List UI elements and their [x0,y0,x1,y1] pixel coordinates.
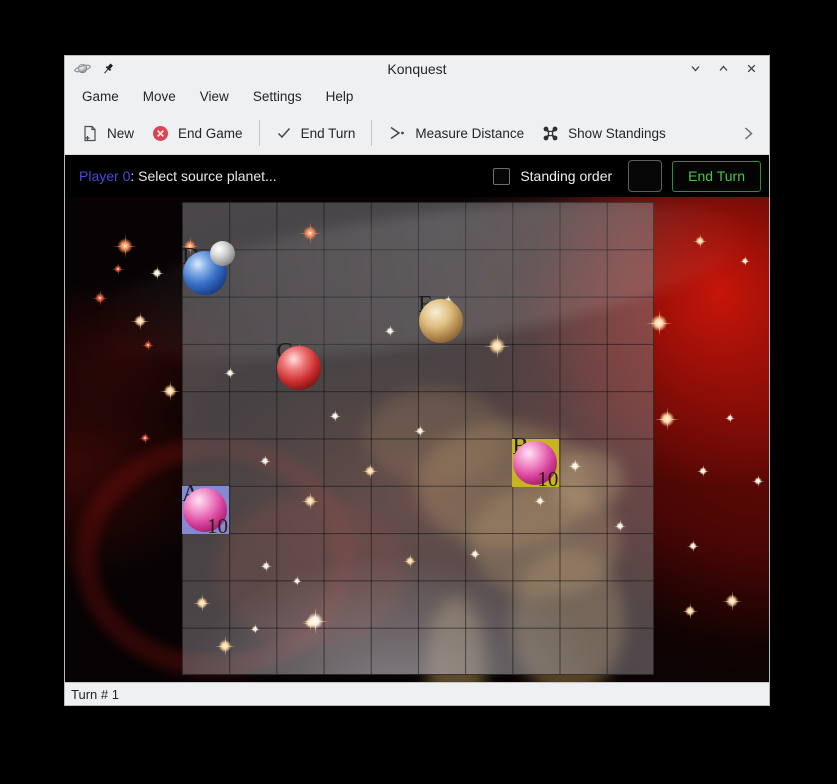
star-sparkle [150,266,164,280]
new-game-label: New [107,126,134,141]
player-name: Player 0 [79,168,130,184]
planet-ships-count: 10 [537,469,558,490]
measure-distance-icon [388,125,406,141]
ships-count-input[interactable] [628,160,662,192]
planet-sphere [277,346,321,390]
chevron-right-icon [742,126,755,141]
star-sparkle [687,540,699,552]
menu-bar: Game Move View Settings Help [65,81,769,112]
star-sparkle [113,234,137,258]
end-turn-button[interactable]: End Turn [672,161,761,192]
new-document-icon [82,125,98,142]
star-sparkle [693,234,707,248]
measure-distance-label: Measure Distance [415,126,524,141]
planet-A[interactable]: A10 [182,486,229,534]
planet-letter: E [418,293,433,317]
end-turn-toolbar-label: End Turn [301,126,356,141]
star-sparkle [697,465,709,477]
end-turn-toolbar-button[interactable]: End Turn [267,119,365,147]
toolbar-separator [371,120,372,146]
end-game-button[interactable]: End Game [143,119,252,148]
planet-sphere [513,441,557,485]
checkmark-icon [276,125,292,141]
sector-grid[interactable] [182,202,654,675]
star-sparkle [725,413,735,423]
star-sparkle [655,407,679,431]
planet-sphere [183,488,227,532]
star-sparkle [142,339,154,351]
close-button[interactable] [743,61,759,77]
star-sparkle [682,603,698,619]
turn-counter: Turn # 1 [71,687,119,702]
planet-E[interactable]: E [418,297,465,345]
star-sparkle [752,475,764,487]
menu-help[interactable]: Help [315,85,365,108]
title-bar[interactable]: Konquest [65,56,769,81]
menu-settings[interactable]: Settings [242,85,313,108]
window-title: Konquest [65,61,769,77]
measure-distance-button[interactable]: Measure Distance [379,119,533,147]
star-sparkle [92,290,108,306]
toolbar-separator [259,120,260,146]
standing-order-checkbox[interactable] [493,168,510,185]
planet-letter: D [182,245,199,269]
planet-ships-count: 10 [207,516,228,537]
standing-order-label: Standing order [520,168,612,184]
maximize-button[interactable] [715,61,731,77]
planet-D[interactable]: D [182,249,229,297]
toolbar: New End Game End Turn [65,112,769,155]
grid-lines [182,202,653,674]
pin-icon[interactable] [101,62,115,76]
star-sparkle [740,256,750,266]
star-sparkle [160,381,180,401]
show-standings-button[interactable]: Show Standings [533,119,675,148]
galaxy-map[interactable]: DECB10A10 [65,197,769,682]
toolbar-overflow-button[interactable] [736,122,761,145]
show-standings-label: Show Standings [568,126,666,141]
menu-view[interactable]: View [189,85,240,108]
planet-B[interactable]: B10 [512,439,559,487]
star-sparkle [131,312,149,330]
star-sparkle [139,432,151,444]
game-status-message: Player 0: Select source planet... [79,168,277,184]
end-game-label: End Game [178,126,243,141]
new-game-button[interactable]: New [73,119,143,148]
star-sparkle [722,591,742,611]
standings-icon [542,125,559,142]
planet-sphere [419,299,463,343]
planet-sphere [183,251,227,295]
app-saturn-icon [74,60,91,77]
planet-letter: B [512,435,528,459]
planet-letter: C [276,340,292,364]
minimize-button[interactable] [687,61,703,77]
planet-letter: A [182,482,199,506]
status-message-text: : Select source planet... [130,168,276,184]
konquest-window: Konquest Game Move View Settings Help [64,55,770,706]
status-bar: Turn # 1 [65,682,769,705]
game-header: Player 0: Select source planet... Standi… [65,155,769,197]
end-game-icon [152,125,169,142]
menu-game[interactable]: Game [71,85,130,108]
star-sparkle [112,263,124,275]
planet-C[interactable]: C [276,344,323,392]
menu-move[interactable]: Move [132,85,187,108]
